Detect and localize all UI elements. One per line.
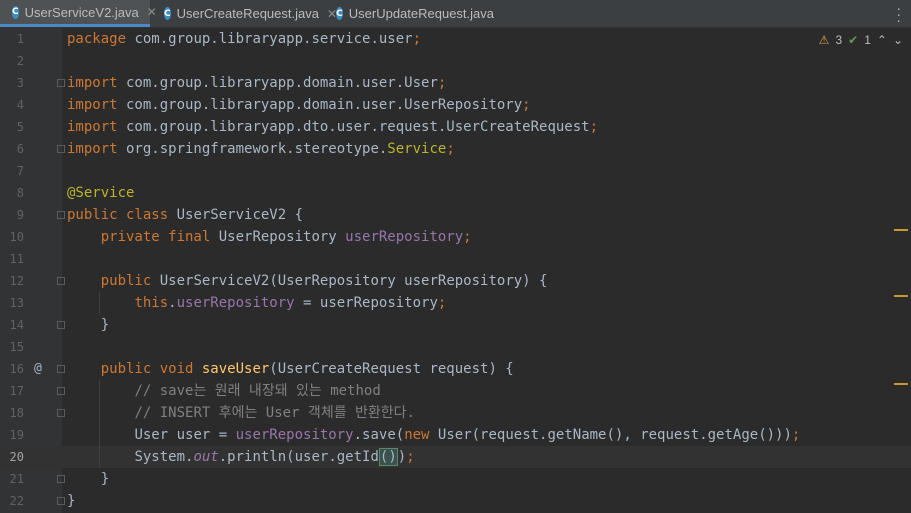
chevron-down-icon[interactable]: ⌄ [893, 33, 903, 47]
line-number: 6 [16, 142, 24, 156]
code-line-17[interactable]: // save는 원래 내장돼 있는 method [67, 380, 380, 402]
fold-marker-icon[interactable] [57, 387, 65, 395]
code-line-13[interactable]: this.userRepository = userRepository; [67, 292, 446, 314]
fold-marker-icon[interactable] [57, 365, 65, 373]
warning-stripe-marker[interactable] [894, 383, 908, 385]
editor-tab-bar: C UserServiceV2.java ✕ C UserCreateReque… [0, 0, 911, 28]
warning-count: 3 [835, 33, 843, 47]
line-number: 22 [9, 494, 24, 508]
code-line-9[interactable]: public class UserServiceV2 { [67, 204, 303, 226]
chevron-up-icon[interactable]: ⌃ [877, 33, 887, 47]
line-number: 4 [16, 98, 24, 112]
warning-stripe-marker[interactable] [894, 229, 908, 231]
code-line-4[interactable]: import com.group.libraryapp.domain.user.… [67, 94, 531, 116]
line-number: 20 [9, 450, 24, 464]
override-gutter-icon[interactable]: @ [34, 358, 42, 380]
tab-label: UserServiceV2.java [24, 4, 139, 20]
line-number: 13 [9, 296, 24, 310]
tab-userupdaterequest[interactable]: C UserUpdateRequest.java [324, 0, 494, 27]
inspection-widget[interactable]: ⚠ 3 ✔ 1 ⌃ ⌄ [819, 30, 903, 50]
tab-label: UserUpdateRequest.java [348, 6, 494, 21]
code-line-8[interactable]: @Service [67, 182, 134, 204]
line-number: 1 [16, 32, 24, 46]
java-class-icon: C [12, 5, 19, 19]
code-line-1[interactable]: package com.group.libraryapp.service.use… [67, 28, 421, 50]
check-count: 1 [864, 33, 871, 47]
line-number: 19 [9, 428, 24, 442]
check-icon: ✔ [848, 33, 859, 47]
line-number: 10 [9, 230, 24, 244]
line-number: 16 [9, 362, 24, 376]
line-number: 12 [9, 274, 24, 288]
tab-usercreaterequest[interactable]: C UserCreateRequest.java ✕ [152, 0, 337, 27]
code-line-18[interactable]: // INSERT 후에는 User 객체를 반환한다. [67, 402, 415, 424]
line-number: 2 [16, 54, 24, 68]
fold-marker-icon[interactable] [57, 321, 65, 329]
fold-marker-icon[interactable] [57, 211, 65, 219]
java-class-icon: C [164, 7, 171, 20]
code-line-20[interactable]: System.out.println(user.getId()); [67, 446, 415, 468]
line-number: 9 [16, 208, 24, 222]
line-number: 18 [9, 406, 24, 420]
tab-userservicev2[interactable]: C UserServiceV2.java ✕ [0, 0, 157, 27]
fold-marker-icon[interactable] [57, 277, 65, 285]
code-line-19[interactable]: User user = userRepository.save(new User… [67, 424, 800, 446]
warning-stripe-marker[interactable] [894, 295, 908, 297]
line-number: 17 [9, 384, 24, 398]
line-number: 7 [16, 164, 24, 178]
code-line-3[interactable]: import com.group.libraryapp.domain.user.… [67, 72, 446, 94]
line-number: 11 [9, 252, 24, 266]
code-line-10[interactable]: private final UserRepository userReposit… [67, 226, 472, 248]
code-line-16[interactable]: public void saveUser(UserCreateRequest r… [67, 358, 514, 380]
line-number: 15 [9, 340, 24, 354]
java-class-icon: C [336, 7, 343, 20]
fold-marker-icon[interactable] [57, 475, 65, 483]
fold-marker-icon[interactable] [57, 79, 65, 87]
code-line-22[interactable]: } [67, 490, 75, 512]
line-number: 5 [16, 120, 24, 134]
line-number: 3 [16, 76, 24, 90]
code-line-14[interactable]: } [67, 314, 109, 336]
code-line-12[interactable]: public UserServiceV2(UserRepository user… [67, 270, 548, 292]
fold-marker-icon[interactable] [57, 409, 65, 417]
tab-label: UserCreateRequest.java [176, 6, 319, 21]
code-line-5[interactable]: import com.group.libraryapp.dto.user.req… [67, 116, 598, 138]
line-number: 8 [16, 186, 24, 200]
fold-marker-icon[interactable] [57, 497, 65, 505]
more-options-icon[interactable]: · · · [896, 1, 901, 27]
code-line-21[interactable]: } [67, 468, 109, 490]
line-number: 14 [9, 318, 24, 332]
code-line-6[interactable]: import org.springframework.stereotype.Se… [67, 138, 455, 160]
line-number: 21 [9, 472, 24, 486]
fold-marker-icon[interactable] [57, 145, 65, 153]
brace-match-highlight: () [378, 448, 398, 466]
warning-icon: ⚠ [818, 33, 830, 47]
